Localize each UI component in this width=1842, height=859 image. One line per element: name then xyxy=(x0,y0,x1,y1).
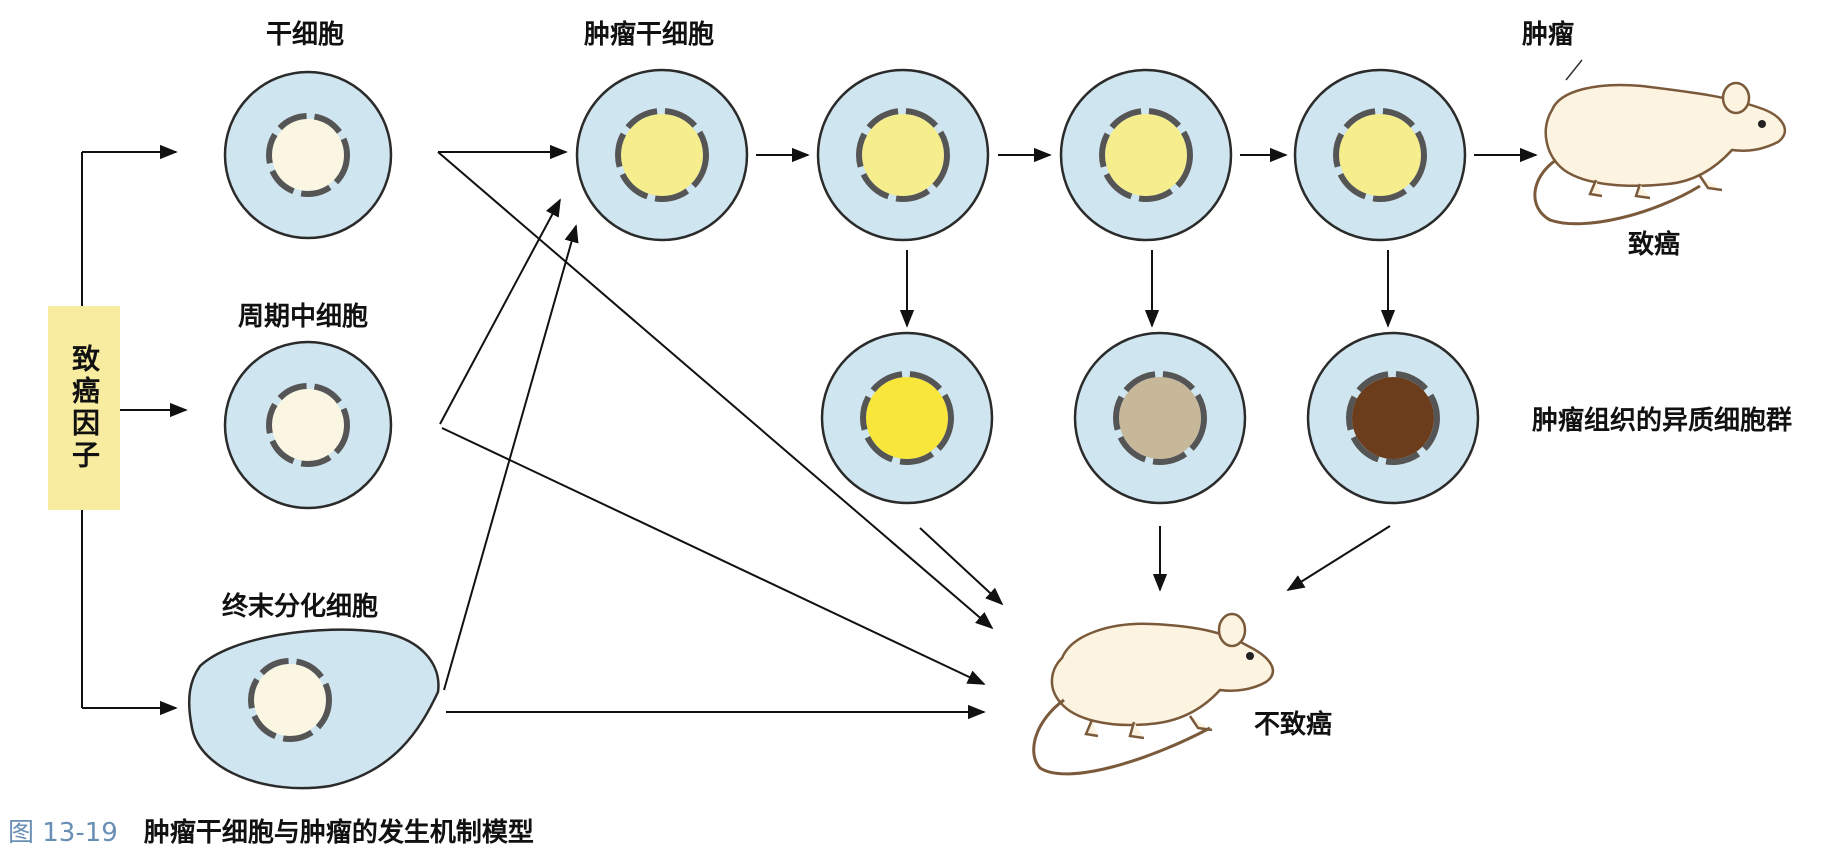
carcinogen-box: 致癌因子 xyxy=(48,306,120,510)
caption-text: 肿瘤干细胞与肿瘤的发生机制模型 xyxy=(143,818,534,848)
tumor-cell-4 xyxy=(1293,68,1467,242)
figure-caption: 图 13-19 肿瘤干细胞与肿瘤的发生机制模型 xyxy=(8,812,534,849)
arrow-terminal-to-tumor-stem xyxy=(443,224,579,691)
terminal-differentiated-cell xyxy=(187,628,440,790)
cycling-cell xyxy=(223,340,393,510)
hetero-cell-bright xyxy=(820,331,994,505)
label-non-tumorigenic: 不致癌 xyxy=(1254,710,1333,740)
hetero-cell-brown xyxy=(1306,331,1480,505)
tumor-mouse-icon xyxy=(1533,59,1787,226)
arrow-cycling-to-tumor-stem xyxy=(439,198,561,425)
tumor-cell-3 xyxy=(1059,68,1233,242)
stem-cell xyxy=(223,70,393,240)
label-tumor: 肿瘤 xyxy=(1522,20,1575,50)
tumor-cell-2 xyxy=(816,68,990,242)
label-stem-cell: 干细胞 xyxy=(266,20,345,50)
label-heterogeneous: 肿瘤组织的异质细胞群 xyxy=(1532,406,1793,436)
carcinogen-label: 致癌因子 xyxy=(68,344,101,472)
non-tumor-mouse-icon xyxy=(1032,612,1275,776)
label-tumor-stem-cell: 肿瘤干细胞 xyxy=(584,20,715,50)
label-cycling-cell: 周期中细胞 xyxy=(238,302,369,332)
tumor-stem-cell xyxy=(575,68,749,242)
label-tumorigenic: 致癌 xyxy=(1628,230,1681,260)
label-terminal-cell: 终末分化细胞 xyxy=(222,592,379,622)
caption-number: 图 13-19 xyxy=(8,818,118,848)
hetero-cell-tan xyxy=(1073,331,1247,505)
